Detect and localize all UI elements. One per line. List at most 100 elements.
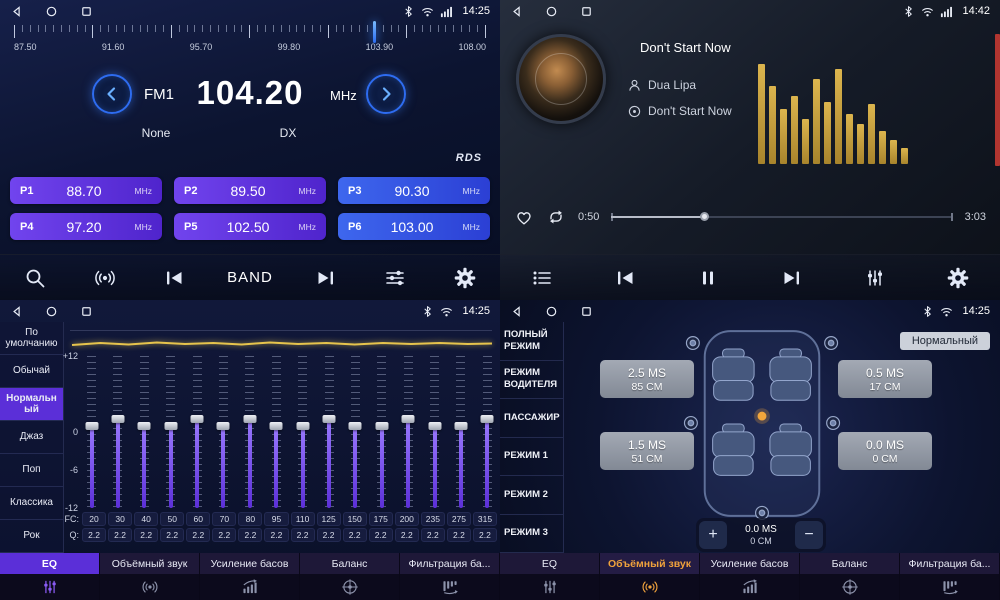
eq-band-slider[interactable]: [110, 356, 125, 508]
eq-band-slider[interactable]: [269, 356, 284, 508]
eq-slider-knob[interactable]: [296, 422, 309, 430]
home-icon[interactable]: [545, 5, 558, 18]
eq-sliders-icon[interactable]: [500, 574, 600, 600]
tab-bass[interactable]: Усиление басов: [700, 553, 800, 574]
mode-item[interactable]: РЕЖИМ ВОДИТЕЛЯ: [500, 361, 563, 400]
eq-slider-knob[interactable]: [270, 422, 283, 430]
tab-bass[interactable]: Усиление басов: [200, 553, 300, 574]
eq-band-slider[interactable]: [137, 356, 152, 508]
eq-band-slider[interactable]: [348, 356, 363, 508]
back-icon[interactable]: [10, 305, 23, 318]
skip-previous-icon[interactable]: [157, 261, 191, 295]
eq-slider-knob[interactable]: [323, 415, 336, 423]
eq-band-slider[interactable]: [295, 356, 310, 508]
eq-slider-knob[interactable]: [111, 415, 124, 423]
eq-slider-knob[interactable]: [375, 422, 388, 430]
skip-next-icon[interactable]: [309, 261, 343, 295]
back-icon[interactable]: [510, 305, 523, 318]
eq-band-slider[interactable]: [242, 356, 257, 508]
eq-band-slider[interactable]: [427, 356, 442, 508]
eq-slider-knob[interactable]: [243, 415, 256, 423]
bass-boost-icon[interactable]: [200, 574, 300, 600]
eq-slider-knob[interactable]: [85, 422, 98, 430]
gear-icon[interactable]: [941, 261, 975, 295]
eq-preset-item[interactable]: Обычай: [0, 355, 63, 388]
pause-icon[interactable]: [691, 261, 725, 295]
delay-rear-right-button[interactable]: 0.0 MS 0 CM: [838, 432, 932, 470]
eq-slider-knob[interactable]: [428, 422, 441, 430]
preset-button-p2[interactable]: P289.50MHz: [174, 177, 326, 204]
surround-sound-icon[interactable]: [600, 574, 700, 600]
surround-sound-icon[interactable]: [100, 574, 200, 600]
tab-eq[interactable]: EQ: [500, 553, 600, 574]
home-icon[interactable]: [45, 5, 58, 18]
eq-slider-knob[interactable]: [454, 422, 467, 430]
recents-icon[interactable]: [580, 305, 593, 318]
tune-up-button[interactable]: [366, 74, 406, 114]
eq-slider-knob[interactable]: [481, 415, 494, 423]
search-icon[interactable]: [18, 261, 52, 295]
tab-filter[interactable]: Фильтрация ба...: [400, 553, 500, 574]
eq-band-slider[interactable]: [322, 356, 337, 508]
broadcast-icon[interactable]: [88, 261, 122, 295]
eq-slider-knob[interactable]: [191, 415, 204, 423]
mode-item[interactable]: РЕЖИМ 1: [500, 438, 563, 477]
frequency-scale[interactable]: 87.5091.6095.7099.80103.90108.00: [14, 25, 486, 59]
gear-icon[interactable]: [448, 261, 482, 295]
eq-preset-item[interactable]: Джаз: [0, 421, 63, 454]
tab-surround[interactable]: Объёмный звук: [600, 553, 700, 574]
recents-icon[interactable]: [580, 5, 593, 18]
tab-surround[interactable]: Объёмный звук: [100, 553, 200, 574]
seek-knob[interactable]: [700, 212, 709, 221]
mode-item[interactable]: РЕЖИМ 2: [500, 476, 563, 515]
tab-eq[interactable]: EQ: [0, 553, 100, 574]
seek-bar[interactable]: [611, 216, 952, 218]
eq-sliders-icon[interactable]: [858, 261, 892, 295]
tab-balance[interactable]: Баланс: [300, 553, 400, 574]
eq-band-slider[interactable]: [84, 356, 99, 508]
delay-rear-left-button[interactable]: 1.5 MS 51 CM: [600, 432, 694, 470]
skip-previous-icon[interactable]: [608, 261, 642, 295]
eq-preset-item[interactable]: Классика: [0, 487, 63, 520]
recents-icon[interactable]: [80, 305, 93, 318]
preset-button-p4[interactable]: P497.20MHz: [10, 213, 162, 240]
favorite-icon[interactable]: [514, 207, 534, 227]
mode-item[interactable]: РЕЖИМ 3: [500, 515, 563, 554]
preset-button-p6[interactable]: P6103.00MHz: [338, 213, 490, 240]
eq-sliders-icon[interactable]: [0, 574, 100, 600]
balance-icon[interactable]: [300, 574, 400, 600]
eq-preset-item[interactable]: Рок: [0, 520, 63, 553]
mode-item[interactable]: ПАССАЖИР: [500, 399, 563, 438]
filter-icon[interactable]: [900, 574, 1000, 600]
band-button[interactable]: BAND: [227, 269, 273, 286]
sliders-icon[interactable]: [378, 261, 412, 295]
eq-preset-item[interactable]: Поп: [0, 454, 63, 487]
eq-preset-item[interactable]: По умолчанию: [0, 322, 63, 355]
back-icon[interactable]: [510, 5, 523, 18]
eq-band-slider[interactable]: [401, 356, 416, 508]
playlist-icon[interactable]: [525, 261, 559, 295]
preset-button-p5[interactable]: P5102.50MHz: [174, 213, 326, 240]
eq-band-slider[interactable]: [453, 356, 468, 508]
delay-front-left-button[interactable]: 2.5 MS 85 CM: [600, 360, 694, 398]
back-icon[interactable]: [10, 5, 23, 18]
tune-down-button[interactable]: [92, 74, 132, 114]
eq-slider-knob[interactable]: [138, 422, 151, 430]
skip-next-icon[interactable]: [775, 261, 809, 295]
bass-boost-icon[interactable]: [700, 574, 800, 600]
delay-front-right-button[interactable]: 0.5 MS 17 CM: [838, 360, 932, 398]
recents-icon[interactable]: [80, 5, 93, 18]
decrease-delay-button[interactable]: −: [795, 521, 823, 549]
preset-button-p3[interactable]: P390.30MHz: [338, 177, 490, 204]
increase-delay-button[interactable]: +: [699, 521, 727, 549]
eq-band-slider[interactable]: [163, 356, 178, 508]
mode-item[interactable]: ПОЛНЫЙ РЕЖИМ: [500, 322, 563, 361]
eq-band-slider[interactable]: [216, 356, 231, 508]
eq-slider-knob[interactable]: [349, 422, 362, 430]
eq-slider-knob[interactable]: [164, 422, 177, 430]
eq-band-slider[interactable]: [480, 356, 495, 508]
tab-filter[interactable]: Фильтрация ба...: [900, 553, 1000, 574]
eq-slider-knob[interactable]: [217, 422, 230, 430]
eq-band-slider[interactable]: [190, 356, 205, 508]
filter-icon[interactable]: [400, 574, 500, 600]
